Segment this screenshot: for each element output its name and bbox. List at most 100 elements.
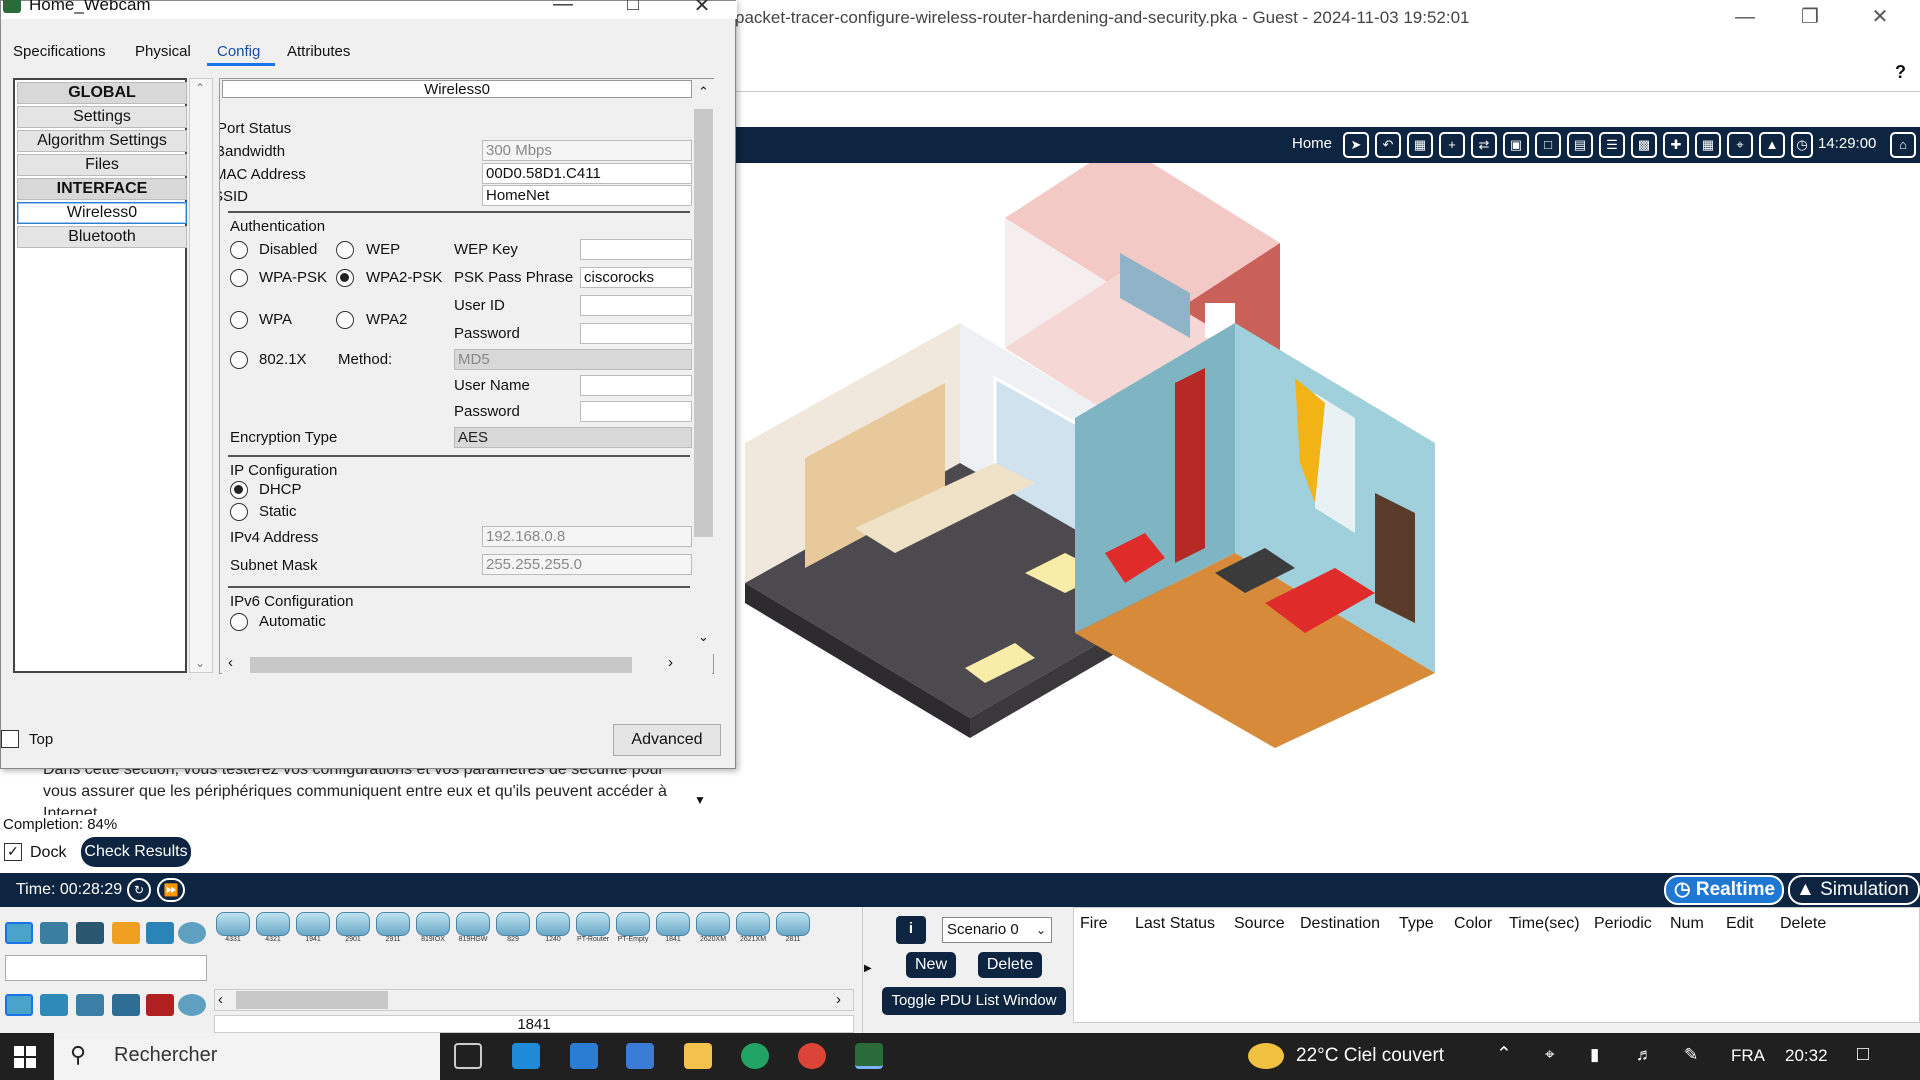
mail-icon[interactable]: [570, 1043, 598, 1069]
scenario-select[interactable]: Scenario 0 ⌄: [942, 917, 1052, 943]
user-id-field[interactable]: [580, 295, 692, 316]
device-router[interactable]: 2811: [774, 912, 812, 946]
close-icon[interactable]: ✕: [1855, 0, 1905, 36]
list-header-global[interactable]: GLOBAL: [17, 82, 187, 104]
network-icon[interactable]: ⌖: [1545, 1045, 1555, 1065]
device-scroll-right-icon[interactable]: ›: [836, 991, 841, 1008]
move-object-icon[interactable]: ⇄: [1471, 132, 1497, 158]
wireless-subcategory-icon[interactable]: [112, 994, 140, 1016]
viewport-icon[interactable]: □: [1535, 132, 1561, 158]
building-icon[interactable]: ▦: [1407, 132, 1433, 158]
psk-pass-phrase-field[interactable]: ciscorocks: [580, 267, 692, 288]
device-router[interactable]: 1941: [294, 912, 332, 946]
end-devices-category-icon[interactable]: [40, 922, 68, 944]
realtime-mode-button[interactable]: ◷ Realtime: [1664, 875, 1784, 905]
language-indicator[interactable]: FRA: [1731, 1046, 1765, 1066]
switches-subcategory-icon[interactable]: [40, 994, 68, 1016]
routers-subcategory-icon[interactable]: [5, 994, 33, 1016]
add-cluster-icon[interactable]: +: [1439, 132, 1465, 158]
radio-8021x[interactable]: [230, 351, 248, 369]
device-router[interactable]: 819IOX: [414, 912, 452, 946]
panel-scroll-right-icon[interactable]: ›: [668, 654, 673, 671]
pen-icon[interactable]: ✎: [1684, 1045, 1698, 1065]
encryption-type-select[interactable]: AES: [454, 427, 692, 448]
panel-vertical-thumb[interactable]: [694, 109, 713, 537]
list-item-algorithm-settings[interactable]: Algorithm Settings: [17, 130, 187, 152]
tab-physical[interactable]: Physical: [135, 43, 191, 60]
hubs-subcategory-icon[interactable]: [76, 994, 104, 1016]
misc-category-icon[interactable]: [146, 922, 174, 944]
radio-wpa[interactable]: [230, 311, 248, 329]
minimize-icon[interactable]: —: [1720, 0, 1770, 36]
panel-scroll-left-icon[interactable]: ‹: [228, 654, 233, 671]
mac-address-field[interactable]: 00D0.58D1.C411: [482, 163, 692, 184]
cabinet-icon[interactable]: ▤: [1567, 132, 1593, 158]
list-scrollbar[interactable]: ⌃ ⌄: [189, 78, 213, 673]
device-router[interactable]: 2621XM: [734, 912, 772, 946]
home-label[interactable]: Home: [1292, 135, 1332, 152]
components-category-icon[interactable]: [76, 922, 104, 944]
panel-scroll-up-icon[interactable]: ⌃: [698, 84, 709, 100]
device-router[interactable]: 819HGW: [454, 912, 492, 946]
radio-wep[interactable]: [336, 241, 354, 259]
weather-icon[interactable]: [1248, 1043, 1284, 1069]
device-router[interactable]: 2901: [334, 912, 372, 946]
file-explorer-icon[interactable]: [684, 1043, 712, 1069]
grid-icon[interactable]: ▩: [1631, 132, 1657, 158]
tab-specifications[interactable]: Specifications: [13, 43, 106, 60]
radio-dhcp[interactable]: [230, 481, 248, 499]
chevron-up-icon[interactable]: ⌃: [1496, 1043, 1512, 1066]
device-router[interactable]: PT-Empty: [614, 912, 652, 946]
multiuser-category-icon[interactable]: [178, 922, 206, 944]
panel-scroll-down-icon[interactable]: ⌄: [698, 629, 709, 645]
wep-key-field[interactable]: [580, 239, 692, 260]
help-icon[interactable]: ?: [1895, 62, 1906, 83]
radio-wpa2-psk[interactable]: [336, 269, 354, 287]
device-router[interactable]: 4321: [254, 912, 292, 946]
panel-horizontal-thumb[interactable]: [250, 657, 632, 673]
list-header-interface[interactable]: INTERFACE: [17, 178, 187, 200]
background-image-icon[interactable]: ▲: [1759, 132, 1785, 158]
wan-emulation-subcategory-icon[interactable]: [178, 994, 206, 1016]
toggle-pdu-list-button[interactable]: Toggle PDU List Window: [882, 987, 1066, 1015]
ssid-field[interactable]: HomeNet: [482, 185, 692, 206]
radio-ipv6-automatic[interactable]: [230, 613, 248, 631]
weather-text[interactable]: 22°C Ciel couvert: [1296, 1045, 1444, 1067]
user-name-field[interactable]: [580, 375, 692, 396]
edge-icon[interactable]: [741, 1043, 769, 1069]
info-icon[interactable]: i: [896, 916, 926, 944]
scroll-up-icon[interactable]: ⌃: [195, 81, 205, 95]
task-view-icon[interactable]: [454, 1043, 482, 1069]
set-tiled-icon[interactable]: ▣: [1503, 132, 1529, 158]
dialog-maximize-icon[interactable]: □: [613, 0, 653, 16]
check-results-button[interactable]: Check Results: [81, 837, 191, 867]
splitter-arrow-icon[interactable]: ▶: [864, 963, 872, 974]
dialog-close-icon[interactable]: ✕: [682, 0, 722, 18]
security-subcategory-icon[interactable]: [146, 994, 174, 1016]
scroll-down-icon[interactable]: ⌄: [195, 656, 205, 670]
list-item-settings[interactable]: Settings: [17, 106, 187, 128]
advanced-button[interactable]: Advanced: [613, 724, 721, 756]
restore-icon[interactable]: ❐: [1785, 0, 1835, 36]
fast-forward-icon[interactable]: ⏩: [157, 878, 185, 902]
packet-tracer-taskbar-icon[interactable]: [855, 1043, 883, 1069]
physical-workspace[interactable]: [735, 143, 1920, 873]
note-icon[interactable]: ☰: [1599, 132, 1625, 158]
new-scenario-button[interactable]: New: [906, 952, 956, 978]
navigate-icon[interactable]: ➤: [1343, 132, 1369, 158]
device-router[interactable]: 2620XM: [694, 912, 732, 946]
tab-attributes[interactable]: Attributes: [287, 43, 350, 60]
back-icon[interactable]: ↶: [1375, 132, 1401, 158]
device-list-scroll-thumb[interactable]: [236, 991, 388, 1009]
vscode-icon[interactable]: [512, 1043, 540, 1069]
password-field[interactable]: [580, 323, 692, 344]
taskbar-search-box[interactable]: ⚲ Rechercher: [54, 1033, 440, 1080]
device-scroll-left-icon[interactable]: ‹: [218, 991, 223, 1008]
device-router[interactable]: PT-Router: [574, 912, 612, 946]
radio-wpa-psk[interactable]: [230, 269, 248, 287]
device-router[interactable]: 4331: [214, 912, 252, 946]
list-item-bluetooth[interactable]: Bluetooth: [17, 226, 187, 248]
radio-wpa2[interactable]: [336, 311, 354, 329]
pan-icon[interactable]: ✚: [1663, 132, 1689, 158]
radio-static[interactable]: [230, 503, 248, 521]
